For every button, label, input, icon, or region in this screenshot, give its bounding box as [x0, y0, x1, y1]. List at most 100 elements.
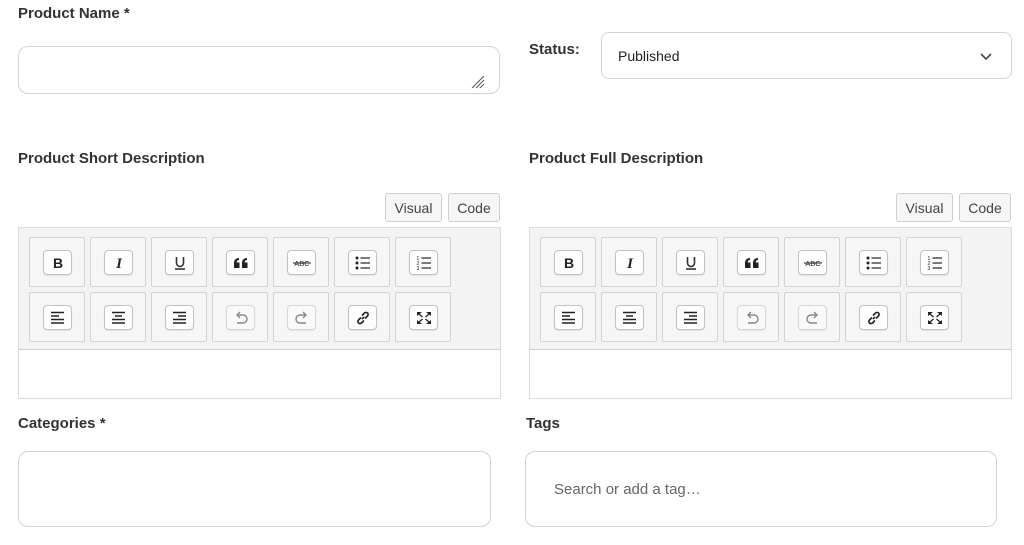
categories-label: Categories * [18, 415, 106, 432]
svg-text:3: 3 [416, 266, 419, 271]
fullscreen-icon [927, 311, 943, 325]
toolbar-row-2 [19, 292, 451, 344]
redo-button[interactable] [273, 292, 329, 342]
bullet-list-icon [866, 256, 882, 270]
bold-icon: B [562, 256, 576, 270]
strikethrough-icon: ABC [803, 258, 823, 268]
align-left-icon [50, 311, 65, 324]
underline-icon [173, 255, 187, 271]
italic-icon: I [623, 256, 637, 270]
align-left-button[interactable] [540, 292, 596, 342]
numbered-list-button-face: 123 [409, 250, 438, 275]
full-visual-tab[interactable]: Visual [896, 193, 953, 222]
align-left-button-face [554, 305, 583, 330]
align-right-button-face [165, 305, 194, 330]
redo-button[interactable] [784, 292, 840, 342]
align-right-button-face [676, 305, 705, 330]
undo-button-face [226, 305, 255, 330]
undo-button[interactable] [212, 292, 268, 342]
italic-button[interactable]: I [601, 237, 657, 287]
full-description-content[interactable] [530, 349, 1011, 398]
align-right-icon [683, 311, 698, 324]
chevron-down-icon [980, 52, 992, 60]
numbered-list-button[interactable]: 123 [906, 237, 962, 287]
short-code-tab[interactable]: Code [448, 193, 500, 222]
blockquote-button-face [226, 250, 255, 275]
bullet-list-button[interactable] [845, 237, 901, 287]
svg-text:B: B [563, 256, 573, 270]
bullet-list-button-face [859, 250, 888, 275]
align-right-button[interactable] [151, 292, 207, 342]
bullet-list-button-face [348, 250, 377, 275]
link-icon [866, 310, 882, 326]
status-selected-value: Published [618, 47, 680, 64]
bullet-list-button[interactable] [334, 237, 390, 287]
strikethrough-button[interactable]: ABC [784, 237, 840, 287]
underline-button-face [676, 250, 705, 275]
strikethrough-icon: ABC [292, 258, 312, 268]
resize-grip-icon[interactable] [469, 73, 485, 89]
bold-button[interactable]: B [29, 237, 85, 287]
fullscreen-icon [416, 311, 432, 325]
redo-button-face [287, 305, 316, 330]
redo-button-face [798, 305, 827, 330]
toolbar-row-2 [530, 292, 962, 344]
svg-text:I: I [115, 256, 123, 270]
tags-input[interactable]: Search or add a tag… [525, 451, 997, 527]
italic-button[interactable]: I [90, 237, 146, 287]
bold-icon: B [51, 256, 65, 270]
short-description-label: Product Short Description [18, 150, 205, 167]
bullet-list-icon [355, 256, 371, 270]
italic-icon: I [112, 256, 126, 270]
align-left-icon [561, 311, 576, 324]
redo-icon [294, 311, 310, 325]
svg-text:I: I [626, 256, 634, 270]
status-label: Status: [529, 41, 580, 58]
italic-button-face: I [615, 250, 644, 275]
align-left-button[interactable] [29, 292, 85, 342]
fullscreen-button[interactable] [395, 292, 451, 342]
blockquote-button[interactable] [723, 237, 779, 287]
underline-button[interactable] [662, 237, 718, 287]
align-center-button[interactable] [601, 292, 657, 342]
link-button-face [859, 305, 888, 330]
product-name-field[interactable] [18, 46, 500, 94]
align-center-button-face [104, 305, 133, 330]
fullscreen-button-face [920, 305, 949, 330]
full-description-label: Product Full Description [529, 150, 704, 167]
undo-button[interactable] [723, 292, 779, 342]
fullscreen-button[interactable] [906, 292, 962, 342]
quote-icon [233, 257, 249, 269]
link-button[interactable] [845, 292, 901, 342]
status-select[interactable]: Published [601, 32, 1012, 79]
link-button[interactable] [334, 292, 390, 342]
undo-button-face [737, 305, 766, 330]
align-center-button[interactable] [90, 292, 146, 342]
numbered-list-button[interactable]: 123 [395, 237, 451, 287]
undo-icon [233, 311, 249, 325]
align-right-icon [172, 311, 187, 324]
underline-button[interactable] [151, 237, 207, 287]
strikethrough-button-face: ABC [798, 250, 827, 275]
strikethrough-button[interactable]: ABC [273, 237, 329, 287]
blockquote-button[interactable] [212, 237, 268, 287]
bold-button-face: B [43, 250, 72, 275]
toolbar-row-1: B I ABC 1 2 3 [530, 237, 962, 289]
align-right-button[interactable] [662, 292, 718, 342]
link-icon [355, 310, 371, 326]
numbered-list-button-face: 123 [920, 250, 949, 275]
bold-button[interactable]: B [540, 237, 596, 287]
redo-icon [805, 311, 821, 325]
link-button-face [348, 305, 377, 330]
short-description-content[interactable] [19, 349, 500, 398]
short-visual-tab[interactable]: Visual [385, 193, 442, 222]
product-name-label: Product Name * [18, 5, 130, 22]
full-code-tab[interactable]: Code [959, 193, 1011, 222]
align-center-button-face [615, 305, 644, 330]
categories-field[interactable] [18, 451, 491, 527]
blockquote-button-face [737, 250, 766, 275]
numbered-list-icon: 123 [927, 255, 943, 271]
align-center-icon [111, 311, 126, 324]
strikethrough-button-face: ABC [287, 250, 316, 275]
underline-button-face [165, 250, 194, 275]
